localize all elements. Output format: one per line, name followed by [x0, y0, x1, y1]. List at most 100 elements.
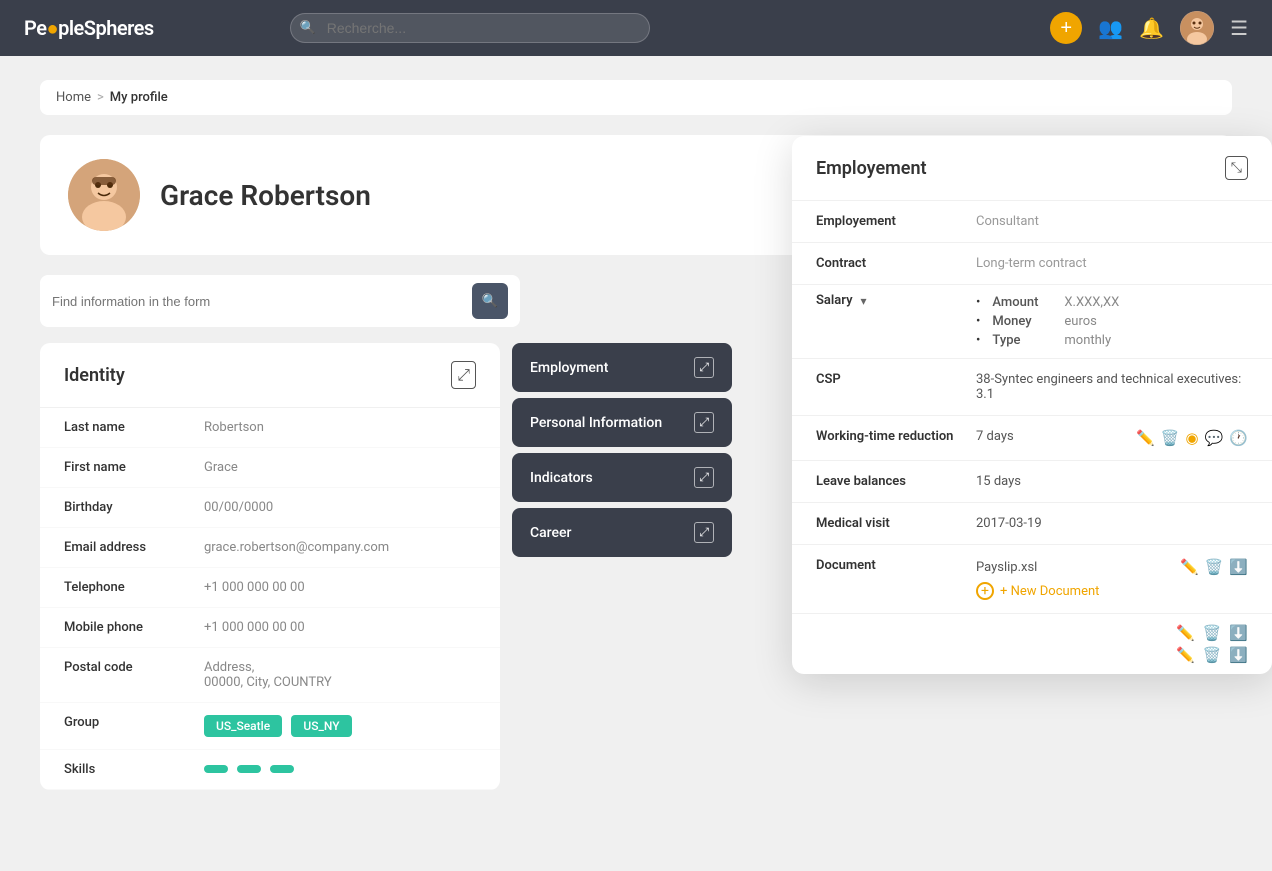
profile-avatar — [68, 159, 140, 231]
edit-icon-document[interactable]: ✏️ — [1180, 558, 1199, 576]
delete-icon-document[interactable]: 🗑️ — [1205, 558, 1224, 576]
field-value-birthday: 00/00/0000 — [204, 500, 476, 515]
emp-label-working-time: Working-time reduction — [816, 429, 976, 444]
field-value-lastname: Robertson — [204, 420, 476, 435]
emp-row-contract: Contract Long-term contract — [792, 243, 1272, 285]
salary-amount-val: X.XXX,XX — [1064, 295, 1119, 310]
personal-info-expand-icon: ⤢ — [694, 412, 714, 433]
document-actions: ✏️ 🗑️ ⬇️ — [1180, 558, 1248, 576]
emp-label-medical-visit: Medical visit — [816, 516, 976, 531]
table-row: Postal code Address,00000, City, COUNTRY — [40, 648, 500, 703]
new-document-label: + New Document — [1000, 584, 1099, 599]
tag-us-ny[interactable]: US_NY — [291, 715, 351, 737]
bell-icon[interactable]: 🔔 — [1139, 16, 1164, 40]
field-value-group: US_Seatle US_NY — [204, 715, 476, 737]
side-menu: Employment ⤢ Personal Information ⤢ Indi… — [512, 343, 732, 557]
field-label-email: Email address — [64, 540, 204, 555]
indicators-label: Indicators — [530, 470, 593, 486]
tag-skill3[interactable] — [270, 765, 294, 773]
breadcrumb-current: My profile — [110, 90, 168, 105]
table-row: First name Grace — [40, 448, 500, 488]
field-value-postal: Address,00000, City, COUNTRY — [204, 660, 476, 690]
nav-search-wrapper: 🔍 — [290, 13, 650, 43]
employment-popup-close[interactable]: ⤡ — [1225, 156, 1248, 180]
new-document-button[interactable]: + + New Document — [976, 582, 1248, 600]
field-label-lastname: Last name — [64, 420, 204, 435]
sidebar-item-personal-info[interactable]: Personal Information ⤢ — [512, 398, 732, 447]
emp-value-employment: Consultant — [976, 214, 1248, 229]
field-label-telephone: Telephone — [64, 580, 204, 595]
identity-title: Identity — [64, 365, 125, 386]
field-value-mobile: +1 000 000 00 00 — [204, 620, 476, 635]
extra-icon-line-2: ✏️ 🗑️ ⬇️ — [816, 646, 1248, 664]
field-label-group: Group — [64, 715, 204, 730]
sidebar-item-indicators[interactable]: Indicators ⤢ — [512, 453, 732, 502]
emp-value-csp: 38-Syntec engineers and technical execut… — [976, 372, 1248, 402]
tag-skill2[interactable] — [237, 765, 261, 773]
field-value-email: grace.robertson@company.com — [204, 540, 476, 555]
employment-expand-icon: ⤢ — [694, 357, 714, 378]
employment-popup-header: Employement ⤡ — [792, 136, 1272, 201]
form-search-button[interactable]: 🔍 — [472, 283, 508, 319]
nav-actions: + 👥 🔔 ☰ — [1050, 11, 1248, 45]
emp-row-csp: CSP 38-Syntec engineers and technical ex… — [792, 359, 1272, 416]
career-expand-icon: ⤢ — [694, 522, 714, 543]
users-icon[interactable]: 👥 — [1098, 16, 1123, 40]
menu-icon[interactable]: ☰ — [1230, 16, 1248, 40]
identity-card: Identity ⤢ Last name Robertson First nam… — [40, 343, 500, 790]
salary-chevron-icon[interactable]: ▾ — [861, 294, 867, 308]
emp-row-medical-visit: Medical visit 2017-03-19 — [792, 503, 1272, 545]
download-icon-document[interactable]: ⬇️ — [1229, 558, 1248, 576]
sidebar-item-employment[interactable]: Employment ⤢ — [512, 343, 732, 392]
employment-popup: Employement ⤡ Employement Consultant Con… — [792, 136, 1272, 674]
edit-icon-extra1[interactable]: ✏️ — [1176, 624, 1195, 642]
comment-icon-working-time[interactable]: 💬 — [1205, 429, 1224, 447]
sidebar-item-career[interactable]: Career ⤢ — [512, 508, 732, 557]
emp-value-contract: Long-term contract — [976, 256, 1248, 271]
tag-skill1[interactable] — [204, 765, 228, 773]
breadcrumb-home[interactable]: Home — [56, 90, 91, 105]
field-value-skills — [204, 762, 476, 777]
emp-label-contract: Contract — [816, 256, 976, 271]
field-value-telephone: +1 000 000 00 00 — [204, 580, 476, 595]
career-label: Career — [530, 525, 571, 541]
main-container: Pe●pleSpheres 🔍 + 👥 🔔 — [0, 0, 1272, 871]
emp-label-csp: CSP — [816, 372, 976, 387]
top-navigation: Pe●pleSpheres 🔍 + 👥 🔔 — [0, 0, 1272, 56]
user-avatar-nav[interactable] — [1180, 11, 1214, 45]
extra-icons-area: ✏️ 🗑️ ⬇️ ✏️ 🗑️ ⬇️ — [792, 614, 1272, 674]
emp-value-leave-balances: 15 days — [976, 474, 1248, 489]
edit-icon-extra2[interactable]: ✏️ — [1176, 646, 1195, 664]
table-row-skills: Skills — [40, 750, 500, 790]
app-logo: Pe●pleSpheres — [24, 16, 154, 41]
table-row: Mobile phone +1 000 000 00 00 — [40, 608, 500, 648]
salary-amount-key: Amount — [992, 295, 1052, 310]
add-button[interactable]: + — [1050, 12, 1082, 44]
view-icon-working-time[interactable]: ◉ — [1186, 429, 1199, 447]
salary-money-key: Money — [992, 314, 1052, 329]
edit-icon-working-time[interactable]: ✏️ — [1136, 429, 1155, 447]
emp-label-employment: Employement — [816, 214, 976, 229]
download-icon-extra2[interactable]: ⬇️ — [1229, 646, 1248, 664]
employment-label: Employment — [530, 360, 608, 376]
clock-icon-working-time[interactable]: 🕐 — [1229, 429, 1248, 447]
field-label-skills: Skills — [64, 762, 204, 777]
table-row: Group US_Seatle US_NY — [40, 703, 500, 750]
plus-circle-icon: + — [976, 582, 994, 600]
table-row: Email address grace.robertson@company.co… — [40, 528, 500, 568]
salary-money-val: euros — [1064, 314, 1096, 329]
tag-us-seatle[interactable]: US_Seatle — [204, 715, 282, 737]
table-row: Last name Robertson — [40, 408, 500, 448]
delete-icon-working-time[interactable]: 🗑️ — [1161, 429, 1180, 447]
delete-icon-extra1[interactable]: 🗑️ — [1203, 624, 1222, 642]
field-label-birthday: Birthday — [64, 500, 204, 515]
extra-icon-line-1: ✏️ 🗑️ ⬇️ — [816, 624, 1248, 642]
download-icon-extra1[interactable]: ⬇️ — [1229, 624, 1248, 642]
delete-icon-extra2[interactable]: 🗑️ — [1203, 646, 1222, 664]
identity-expand-icon[interactable]: ⤢ — [451, 361, 476, 389]
nav-search-input[interactable] — [290, 13, 650, 43]
emp-label-document: Document — [816, 558, 976, 573]
emp-row-employment: Employement Consultant — [792, 201, 1272, 243]
breadcrumb: Home > My profile — [40, 80, 1232, 115]
form-search-input[interactable] — [52, 294, 462, 309]
